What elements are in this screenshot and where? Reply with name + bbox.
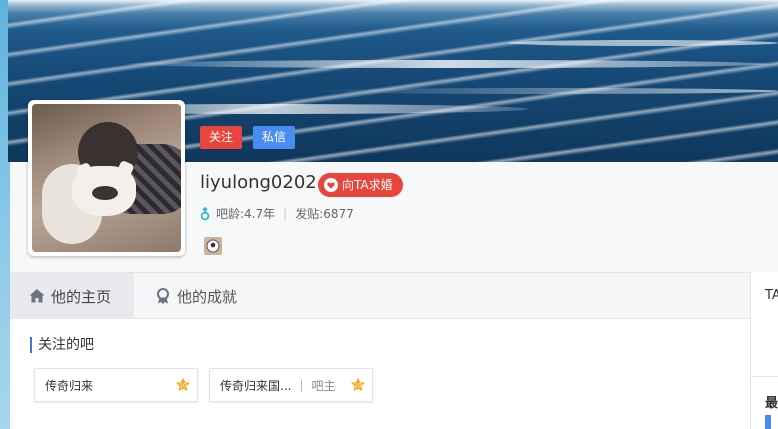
stats-divider: | <box>283 206 288 221</box>
followed-bars-title: 关注的吧 <box>30 337 94 353</box>
football-badge-icon[interactable] <box>204 237 222 255</box>
bar-age: 吧龄:4.7年 <box>216 207 276 221</box>
bar-name: 传奇归来国... <box>220 378 292 393</box>
propose-button[interactable]: 向TA求婚 <box>318 173 403 197</box>
right-panel-subheading: 最 <box>765 396 778 411</box>
right-panel-marker <box>765 415 771 429</box>
right-panel-heading: TA <box>765 288 778 303</box>
heart-icon <box>324 178 338 192</box>
main-content: 他的主页 他的成就 关注的吧 传奇归来 10 传奇归来国... | 吧主 10 <box>10 272 750 429</box>
badge-icon <box>157 288 169 304</box>
bar-divider: | <box>299 378 304 392</box>
propose-label: 向TA求婚 <box>342 178 393 192</box>
svg-text:10: 10 <box>354 383 362 390</box>
tab-home-label: 他的主页 <box>51 287 112 306</box>
profile-tabs: 他的主页 他的成就 <box>10 273 750 319</box>
male-gender-icon <box>200 206 210 220</box>
home-icon <box>29 289 45 303</box>
right-sidebar: TA 最 <box>750 272 778 429</box>
bar-role: 吧主 <box>311 378 336 393</box>
bar-name: 传奇归来 <box>45 378 94 393</box>
user-stats: 吧龄:4.7年 | 发贴:6877 <box>198 205 354 222</box>
message-button[interactable]: 私信 <box>253 126 295 149</box>
tab-home[interactable]: 他的主页 <box>10 273 134 319</box>
right-panel-divider <box>751 376 778 377</box>
username: liyulong0202 <box>200 172 317 193</box>
avatar-image <box>32 104 181 252</box>
bar-level-icon: 10 <box>351 377 365 391</box>
follow-button[interactable]: 关注 <box>200 126 242 149</box>
followed-bar-card[interactable]: 传奇归来国... | 吧主 10 <box>209 368 373 402</box>
tab-achievements-label: 他的成就 <box>177 287 238 306</box>
bar-level-icon: 10 <box>176 377 190 391</box>
followed-bar-card[interactable]: 传奇归来 10 <box>34 368 198 402</box>
post-count: 发贴:6877 <box>295 207 354 221</box>
svg-text:10: 10 <box>179 383 187 390</box>
avatar[interactable] <box>28 100 185 256</box>
tab-achievements[interactable]: 他的成就 <box>136 273 255 319</box>
